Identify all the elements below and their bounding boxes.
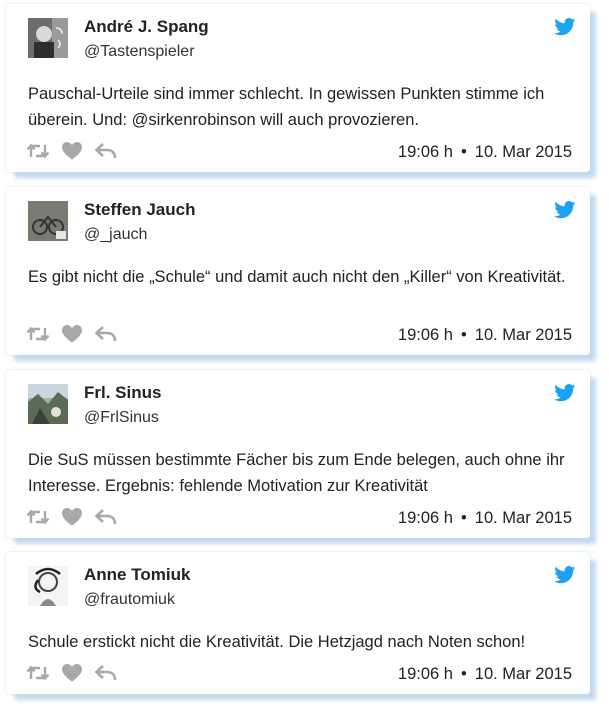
retweet-icon[interactable] — [26, 664, 50, 682]
author-handle[interactable]: @_jauch — [84, 226, 147, 244]
meta-separator: • — [460, 326, 467, 344]
author-name[interactable]: André J. Spang — [84, 17, 209, 37]
heart-icon[interactable] — [62, 142, 82, 160]
retweet-icon[interactable] — [26, 325, 50, 343]
avatar[interactable] — [28, 18, 68, 58]
author-handle[interactable]: @frautomiuk — [84, 591, 175, 609]
tweet-timestamp[interactable]: 19:06 h • 10. Mar 2015 — [398, 143, 572, 162]
author-name[interactable]: Steffen Jauch — [84, 200, 195, 220]
reply-icon[interactable] — [94, 325, 118, 343]
tweet-date: 10. Mar 2015 — [474, 326, 572, 344]
twitter-bird-icon[interactable] — [554, 384, 576, 402]
tweet-text: Die SuS müssen bestimmte Fächer bis zum … — [28, 451, 565, 495]
tweet-timestamp[interactable]: 19:06 h • 10. Mar 2015 — [398, 326, 572, 345]
tweet-actions — [26, 325, 118, 343]
author-handle[interactable]: @FrlSinus — [84, 409, 159, 427]
tweet-time: 19:06 h — [397, 509, 453, 527]
heart-icon[interactable] — [62, 664, 82, 682]
meta-separator: • — [460, 509, 467, 527]
author-name[interactable]: Frl. Sinus — [84, 383, 161, 403]
tweet-text: Es gibt nicht die „Schule“ und damit auc… — [28, 268, 566, 286]
tweet-card: Steffen Jauch @_jauch Es gibt nicht die … — [6, 187, 590, 355]
tweet-text: Schule erstickt nicht die Kreativität. D… — [28, 633, 526, 651]
tweet-card: Anne Tomiuk @frautomiuk Schule erstickt … — [6, 552, 590, 694]
twitter-bird-icon[interactable] — [554, 566, 576, 584]
tweet-date: 10. Mar 2015 — [474, 143, 572, 161]
reply-icon[interactable] — [94, 142, 118, 160]
tweet-date: 10. Mar 2015 — [474, 509, 572, 527]
meta-separator: • — [460, 665, 467, 683]
retweet-icon[interactable] — [26, 142, 50, 160]
tweet-date: 10. Mar 2015 — [474, 665, 572, 683]
tweet-actions — [26, 664, 118, 682]
retweet-icon[interactable] — [26, 508, 50, 526]
tweet-card: André J. Spang @Tastenspieler Pauschal-U… — [6, 4, 590, 172]
avatar[interactable] — [28, 566, 68, 606]
author-handle[interactable]: @Tastenspieler — [84, 43, 195, 61]
tweet-actions — [26, 142, 118, 160]
twitter-bird-icon[interactable] — [554, 18, 576, 36]
twitter-bird-icon[interactable] — [554, 201, 576, 219]
author-name[interactable]: Anne Tomiuk — [84, 565, 190, 585]
tweet-timestamp[interactable]: 19:06 h • 10. Mar 2015 — [398, 665, 572, 684]
meta-separator: • — [460, 143, 467, 161]
avatar[interactable] — [28, 201, 68, 241]
avatar[interactable] — [28, 384, 68, 424]
heart-icon[interactable] — [62, 325, 82, 343]
tweet-text: Pauschal-Urteile sind immer schlecht. In… — [28, 85, 545, 129]
tweet-timestamp[interactable]: 19:06 h • 10. Mar 2015 — [398, 509, 572, 528]
tweet-time: 19:06 h — [397, 143, 453, 161]
tweet-time: 19:06 h — [397, 326, 453, 344]
heart-icon[interactable] — [62, 508, 82, 526]
reply-icon[interactable] — [94, 664, 118, 682]
tweet-card: Frl. Sinus @FrlSinus Die SuS müssen best… — [6, 370, 590, 538]
tweet-actions — [26, 508, 118, 526]
tweet-time: 19:06 h — [397, 665, 453, 683]
reply-icon[interactable] — [94, 508, 118, 526]
